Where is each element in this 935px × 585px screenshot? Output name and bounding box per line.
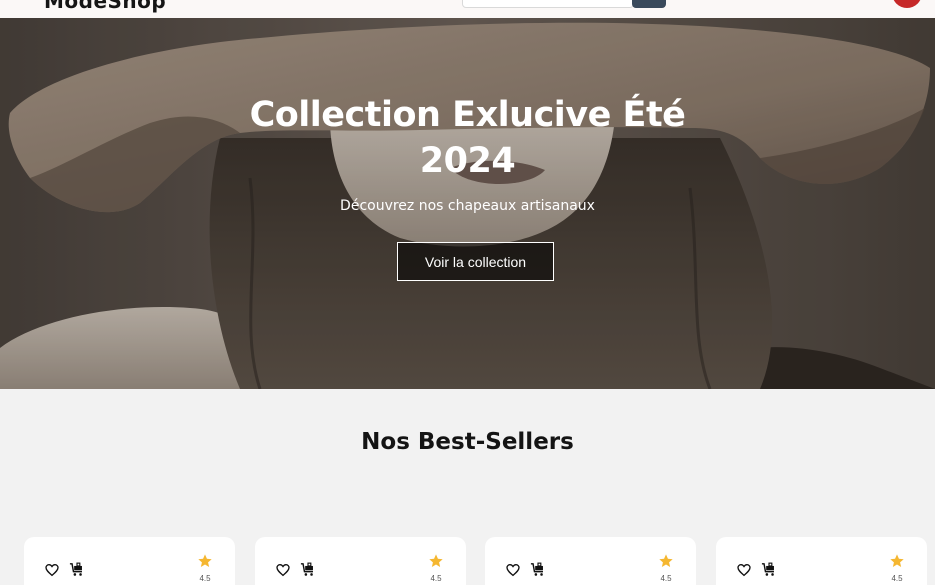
- star-icon: [890, 554, 904, 567]
- hero-title-line-1: Collection Exlucive Été: [249, 95, 686, 135]
- add-to-cart-icon[interactable]: [299, 561, 317, 578]
- page: ModeShop Collection Exlucive Été 2024 Dé…: [0, 0, 935, 585]
- search-button[interactable]: [632, 0, 666, 8]
- star-icon: [659, 554, 673, 567]
- site-logo[interactable]: ModeShop: [44, 0, 166, 13]
- product-card[interactable]: 4.5: [485, 537, 696, 585]
- search-bar: [462, 0, 666, 8]
- hero-banner: Collection Exlucive Été 2024 Découvrez n…: [0, 18, 935, 389]
- add-to-cart-icon[interactable]: [68, 561, 86, 578]
- heart-icon[interactable]: [736, 562, 752, 578]
- product-rating: 4.5: [430, 574, 442, 583]
- hero-subtitle: Découvrez nos chapeaux artisanaux: [340, 198, 595, 214]
- product-card[interactable]: 4.5: [716, 537, 927, 585]
- product-rating: 4.5: [891, 574, 903, 583]
- heart-icon[interactable]: [44, 562, 60, 578]
- account-avatar[interactable]: [892, 0, 922, 8]
- star-icon: [429, 554, 443, 567]
- heart-icon[interactable]: [505, 562, 521, 578]
- hero-title-line-2: 2024: [419, 141, 516, 181]
- site-header: ModeShop: [0, 0, 935, 18]
- best-sellers-title: Nos Best-Sellers: [361, 429, 574, 455]
- product-rating: 4.5: [199, 574, 211, 583]
- heart-icon[interactable]: [275, 562, 291, 578]
- add-to-cart-icon[interactable]: [529, 561, 547, 578]
- star-icon: [198, 554, 212, 567]
- add-to-cart-icon[interactable]: [760, 561, 778, 578]
- view-collection-button[interactable]: Voir la collection: [397, 242, 554, 281]
- product-rating: 4.5: [660, 574, 672, 583]
- product-card[interactable]: 4.5: [24, 537, 235, 585]
- search-input[interactable]: [462, 0, 634, 8]
- product-card[interactable]: 4.5: [255, 537, 466, 585]
- hero-title: Collection Exlucive Été 2024: [0, 92, 935, 184]
